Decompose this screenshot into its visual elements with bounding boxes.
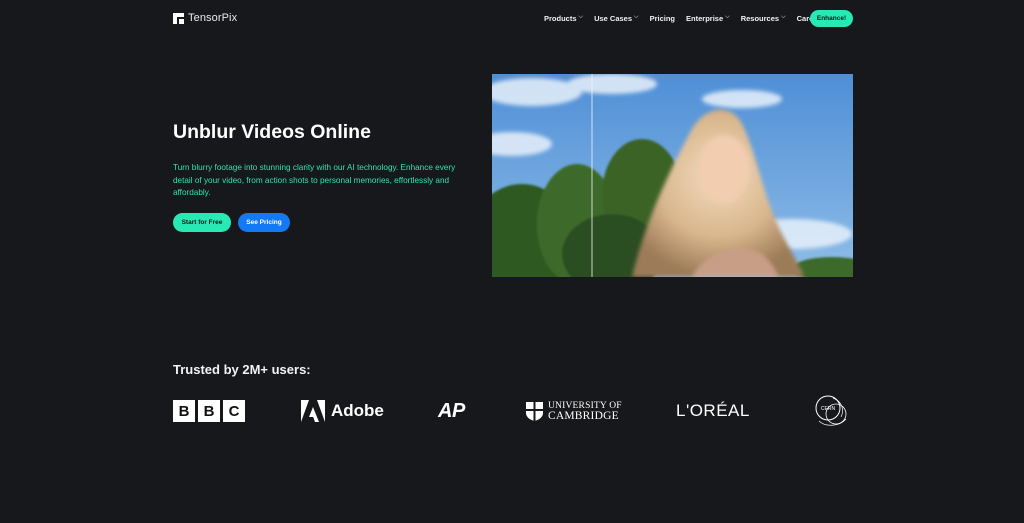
brand-logos: B B C Adobe AP UNIVERSITY OF CAMBRIDGE L… (173, 393, 853, 429)
ap-logo: AP (438, 393, 465, 429)
top-navigation: TensorPix Products ⌵ Use Cases ⌵ Pricing… (0, 0, 1024, 38)
loreal-logo: L'ORÉAL (676, 393, 750, 429)
cambridge-line-2: CAMBRIDGE (548, 409, 619, 422)
adobe-logo: Adobe (301, 393, 384, 429)
enhance-button[interactable]: Enhance! (810, 10, 853, 27)
cambridge-logo: UNIVERSITY OF CAMBRIDGE (526, 393, 622, 429)
menu-item-label: Pricing (649, 14, 676, 23)
cern-icon: CERN (815, 395, 847, 426)
hero-description: Turn blurry footage into stunning clarit… (173, 163, 456, 197)
menu-item-resources[interactable]: Resources ⌵ (741, 14, 786, 23)
main-menu: Products ⌵ Use Cases ⌵ Pricing Enterpris… (544, 14, 825, 23)
bbc-letter: B (173, 400, 195, 422)
see-pricing-button[interactable]: See Pricing (238, 213, 290, 232)
menu-item-enterprise[interactable]: Enterprise ⌵ (686, 14, 730, 23)
chevron-down-icon: ⌵ (634, 14, 639, 20)
bbc-letter: B (198, 400, 220, 422)
chevron-down-icon: ⌵ (725, 14, 730, 20)
menu-item-label: Enterprise (686, 14, 724, 23)
bbc-logo: B B C (173, 393, 245, 429)
ap-wordmark: AP (438, 399, 465, 422)
before-after-video-preview[interactable] (492, 74, 853, 277)
chevron-down-icon: ⌵ (578, 14, 584, 20)
menu-item-label: Use Cases (594, 14, 633, 23)
brand-name: TensorPix (188, 12, 238, 24)
menu-item-use-cases[interactable]: Use Cases ⌵ (594, 14, 639, 23)
menu-item-products[interactable]: Products ⌵ (544, 14, 583, 23)
adobe-icon (301, 400, 325, 422)
adobe-wordmark: Adobe (331, 401, 384, 420)
cambridge-line-1: UNIVERSITY OF (548, 400, 622, 411)
page-title: Unblur Videos Online (173, 121, 371, 143)
loreal-wordmark: L'ORÉAL (676, 401, 750, 420)
trusted-heading: Trusted by 2M+ users: (173, 362, 311, 377)
menu-item-label: Resources (740, 14, 780, 23)
menu-item-label: Products (544, 14, 577, 23)
tensorpix-logo-icon (173, 12, 184, 24)
cambridge-crest-icon (526, 401, 543, 421)
bbc-letter: C (223, 400, 245, 422)
menu-item-pricing[interactable]: Pricing (650, 14, 675, 23)
brand-logo[interactable]: TensorPix (173, 12, 237, 24)
chevron-down-icon: ⌵ (781, 14, 786, 20)
cern-wordmark: CERN (821, 406, 836, 412)
start-for-free-button[interactable]: Start for Free (173, 213, 231, 232)
cern-logo: CERN (813, 393, 849, 429)
cambridge-wordmark: UNIVERSITY OF CAMBRIDGE (548, 401, 622, 422)
